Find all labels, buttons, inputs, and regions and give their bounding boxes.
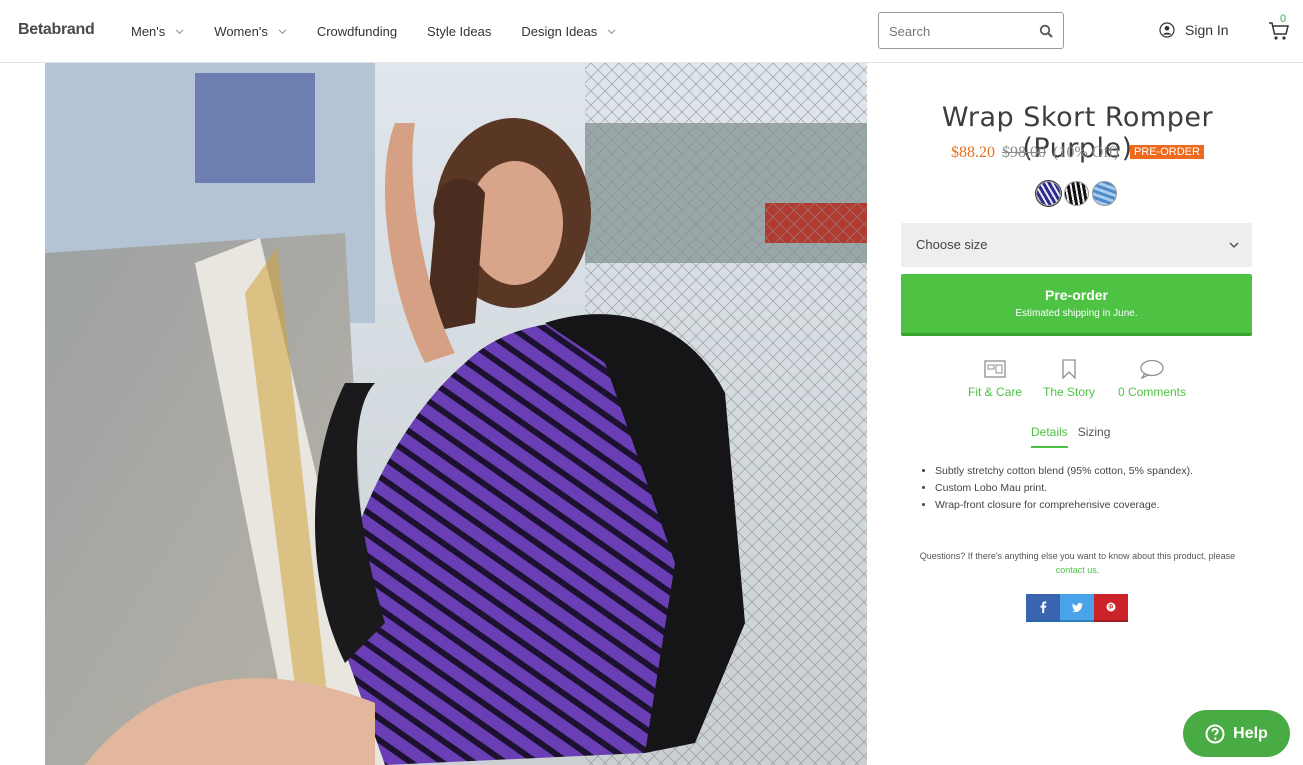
nav-item-label: Crowdfunding bbox=[316, 23, 398, 39]
tab-sizing[interactable]: Sizing bbox=[1078, 425, 1111, 448]
swatch-purple-zebra[interactable] bbox=[1036, 181, 1061, 206]
sale-price: $88.20 bbox=[951, 144, 996, 161]
discount-label: (10% Off) bbox=[1053, 144, 1119, 161]
facebook-share-button[interactable] bbox=[1026, 594, 1060, 622]
fit-care-link[interactable]: Fit & Care bbox=[967, 359, 1023, 399]
preorder-button[interactable]: Pre-order Estimated shipping in June. bbox=[901, 274, 1252, 336]
search-icon[interactable] bbox=[1039, 24, 1053, 38]
questions-text: Questions? If there's anything else you … bbox=[919, 551, 1236, 561]
detail-item: Custom Lobo Mau print. bbox=[935, 480, 1195, 497]
search-box bbox=[878, 12, 1064, 49]
tab-details-label: Details bbox=[1031, 425, 1068, 439]
detail-tabs: Details Sizing bbox=[1031, 425, 1110, 448]
the-story-label: The Story bbox=[1042, 385, 1096, 399]
help-button[interactable]: Help bbox=[1183, 710, 1290, 757]
fit-care-icon bbox=[984, 360, 1006, 378]
the-story-link[interactable]: The Story bbox=[1040, 359, 1098, 399]
tab-sizing-label: Sizing bbox=[1077, 425, 1111, 439]
chevron-down-icon bbox=[607, 28, 616, 34]
preorder-label: Pre-order bbox=[1044, 287, 1109, 303]
color-swatches bbox=[1036, 181, 1117, 206]
nav-item-crowdfunding[interactable]: Crowdfunding bbox=[317, 22, 397, 40]
comments-label: 0 Comments bbox=[1117, 385, 1187, 399]
fit-care-label: Fit & Care bbox=[967, 385, 1022, 399]
help-label: Help bbox=[1233, 724, 1268, 742]
nav-item-label: Men's bbox=[131, 23, 166, 39]
pinterest-icon bbox=[1106, 602, 1116, 612]
main-nav: Men's Women's Crowdfunding Style Ideas D… bbox=[131, 22, 646, 40]
nav-item-womens[interactable]: Women's bbox=[214, 22, 287, 40]
twitter-icon bbox=[1071, 602, 1083, 612]
product-pricing: $88.20 $98.00 (10% Off) PRE-ORDER bbox=[900, 144, 1255, 162]
size-select-label: Choose size bbox=[916, 237, 988, 252]
chevron-down-icon bbox=[175, 28, 184, 34]
cart-icon[interactable] bbox=[1268, 20, 1290, 42]
site-header: Betabrand Men's Women's Crowdfunding Sty… bbox=[0, 0, 1303, 63]
nav-item-style-ideas[interactable]: Style Ideas bbox=[427, 22, 491, 40]
comment-icon bbox=[1140, 359, 1164, 379]
nav-item-label: Women's bbox=[214, 23, 268, 39]
betabrand-logo[interactable]: Betabrand bbox=[18, 21, 95, 39]
detail-item: Subtly stretchy cotton blend (95% cotton… bbox=[935, 463, 1195, 480]
product-details: Subtly stretchy cotton blend (95% cotton… bbox=[935, 463, 1195, 514]
questions-note: Questions? If there's anything else you … bbox=[919, 551, 1236, 575]
nav-item-mens[interactable]: Men's bbox=[131, 22, 184, 40]
preorder-badge: PRE-ORDER bbox=[1129, 145, 1204, 159]
chevron-down-icon bbox=[1229, 242, 1239, 248]
comments-link[interactable]: 0 Comments bbox=[1114, 359, 1190, 399]
social-share-buttons bbox=[1026, 594, 1128, 622]
twitter-share-button[interactable] bbox=[1060, 594, 1094, 622]
user-icon bbox=[1159, 22, 1175, 38]
product-photo[interactable] bbox=[45, 63, 867, 765]
sign-in-label: Sign In bbox=[1185, 22, 1229, 38]
detail-item: Wrap-front closure for comprehensive cov… bbox=[935, 497, 1195, 514]
help-question-icon bbox=[1205, 724, 1225, 743]
swatch-blue-marble[interactable] bbox=[1092, 181, 1117, 206]
original-price: $98.00 bbox=[1002, 144, 1047, 161]
cart-count-badge: 0 bbox=[1280, 13, 1287, 25]
preorder-shipping-note: Estimated shipping in June. bbox=[1015, 308, 1138, 319]
pinterest-share-button[interactable] bbox=[1094, 594, 1128, 622]
size-select[interactable]: Choose size bbox=[901, 223, 1252, 267]
nav-item-label: Style Ideas bbox=[427, 23, 492, 39]
facebook-icon bbox=[1040, 601, 1047, 613]
sign-in-link[interactable]: Sign In bbox=[1159, 22, 1229, 38]
chevron-down-icon bbox=[278, 28, 287, 34]
contact-us-link[interactable]: contact us bbox=[1056, 565, 1097, 575]
product-photo-illustration bbox=[45, 63, 867, 765]
nav-item-design-ideas[interactable]: Design Ideas bbox=[521, 22, 616, 40]
nav-item-label: Design Ideas bbox=[521, 23, 598, 39]
bookmark-icon bbox=[1062, 359, 1076, 379]
swatch-black-zebra[interactable] bbox=[1064, 181, 1089, 206]
tab-details[interactable]: Details bbox=[1031, 425, 1068, 448]
search-input[interactable] bbox=[889, 22, 1029, 40]
